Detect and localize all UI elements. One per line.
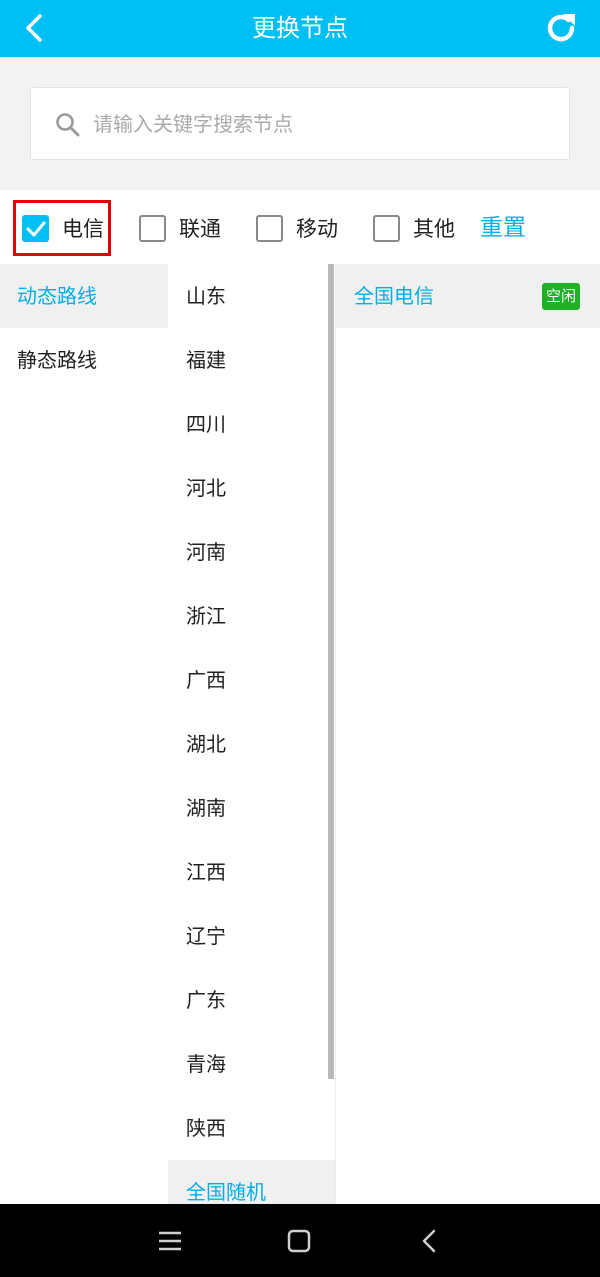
region-item[interactable]: 福建 [168, 328, 335, 392]
page-title: 更换节点 [252, 14, 348, 42]
region-item[interactable]: 广东 [168, 968, 335, 1032]
search-box[interactable] [30, 87, 570, 160]
region-item[interactable]: 广西 [168, 648, 335, 712]
checkbox-unchecked-icon [256, 214, 283, 242]
checkbox-unchecked-icon [139, 214, 166, 242]
reset-button[interactable]: 重置 [480, 208, 526, 248]
node-name: 全国电信 [354, 284, 434, 308]
filter-yidong-checkbox[interactable]: 移动 [256, 208, 338, 248]
route-type-static[interactable]: 静态路线 [0, 328, 168, 392]
back-arrow-icon[interactable] [415, 1226, 445, 1256]
region-item[interactable]: 浙江 [168, 584, 335, 648]
scrollbar[interactable] [328, 264, 334, 1079]
system-nav-bar [0, 1204, 600, 1277]
checkbox-unchecked-icon [373, 214, 400, 242]
region-item[interactable]: 辽宁 [168, 904, 335, 968]
status-badge: 空闲 [541, 283, 580, 310]
region-item[interactable]: 河北 [168, 456, 335, 520]
highlight-box [13, 200, 111, 256]
filter-label: 联通 [179, 217, 221, 241]
refresh-icon[interactable] [542, 9, 580, 47]
top-bar: 更换节点 [0, 0, 600, 57]
menu-icon[interactable] [155, 1226, 185, 1256]
search-input[interactable] [93, 88, 553, 159]
region-item[interactable]: 陕西 [168, 1096, 335, 1160]
region-item[interactable]: 四川 [168, 392, 335, 456]
filter-label: 移动 [296, 217, 338, 241]
region-item-selected[interactable]: 全国随机 [168, 1160, 335, 1204]
region-item[interactable]: 湖南 [168, 776, 335, 840]
home-square-icon[interactable] [285, 1226, 315, 1256]
node-list: 全国电信 空闲 [335, 264, 600, 1204]
region-item[interactable]: 山东 [168, 264, 335, 328]
region-item[interactable]: 青海 [168, 1032, 335, 1096]
filter-qita-checkbox[interactable]: 其他 [373, 208, 455, 248]
region-item[interactable]: 湖北 [168, 712, 335, 776]
region-item[interactable]: 河南 [168, 520, 335, 584]
route-type-dynamic[interactable]: 动态路线 [0, 264, 168, 328]
route-type-list: 动态路线 静态路线 [0, 264, 168, 1204]
filter-label: 其他 [413, 217, 455, 241]
search-area [0, 57, 600, 190]
region-item[interactable]: 江西 [168, 840, 335, 904]
node-item[interactable]: 全国电信 空闲 [336, 264, 600, 328]
region-list: 山东 福建 四川 河北 河南 浙江 广西 湖北 湖南 江西 辽宁 广东 青海 陕… [168, 264, 335, 1204]
carrier-filter-bar: 电信 联通 移动 其他 重置 [0, 190, 600, 264]
filter-liantong-checkbox[interactable]: 联通 [139, 208, 221, 248]
search-icon [56, 113, 80, 137]
